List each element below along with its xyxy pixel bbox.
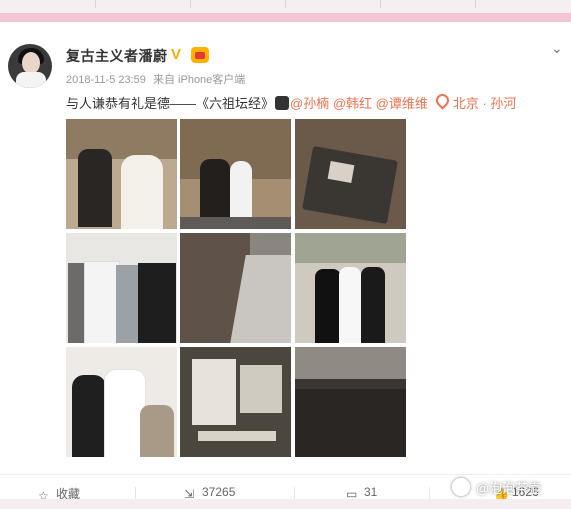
- repost-button[interactable]: ⇲ 37265: [184, 485, 236, 501]
- post-image[interactable]: [295, 347, 406, 457]
- comment-button[interactable]: ▭ 31: [346, 485, 378, 501]
- post-image[interactable]: [180, 119, 291, 229]
- post-image[interactable]: [66, 347, 177, 457]
- mention-tanweiwei[interactable]: @谭维维: [376, 96, 428, 111]
- top-bar: [0, 0, 571, 22]
- share-icon: ⇲: [184, 487, 195, 501]
- username[interactable]: 复古主义者潘蔚: [66, 46, 168, 66]
- repost-count: 37265: [202, 485, 236, 499]
- watermark-icon: [452, 478, 470, 496]
- avatar[interactable]: [8, 44, 52, 88]
- post-meta: 2018-11-5 23:59 来自 iPhone客户端: [66, 71, 249, 87]
- post-image[interactable]: [180, 233, 291, 343]
- bottom-strip: [0, 499, 571, 509]
- verified-v-icon[interactable]: V: [171, 47, 187, 62]
- post-text-main: 与人谦恭有礼是德——《六祖坛经》: [66, 96, 275, 111]
- image-grid: [66, 119, 406, 459]
- post-text: 与人谦恭有礼是德——《六祖坛经》 @孙楠 @韩红 @谭维维 北京 · 孙河: [66, 91, 517, 112]
- tab-divider: [95, 0, 96, 8]
- watermark-text: @泡泡茶壶: [476, 481, 542, 496]
- weibo-post-card: 复古主义者潘蔚 V ⌄ 2018-11-5 23:59 来自 iPhone客户端…: [0, 22, 571, 509]
- avatar-face: [22, 52, 40, 74]
- comment-count: 31: [364, 485, 378, 499]
- post-image[interactable]: [295, 119, 406, 229]
- tab-divider: [285, 0, 286, 8]
- tab-divider: [380, 0, 381, 8]
- mention-sunnan[interactable]: @孙楠: [290, 96, 329, 111]
- watermark: @泡泡茶壶: [452, 478, 541, 497]
- post-image[interactable]: [66, 119, 177, 229]
- timestamp[interactable]: 2018-11-5 23:59: [66, 74, 146, 86]
- avatar-body: [16, 72, 46, 88]
- post-image[interactable]: [295, 233, 406, 343]
- location-link[interactable]: 北京 · 孙河: [453, 96, 517, 111]
- top-accent-strip: [0, 13, 571, 22]
- post-source: 来自 iPhone客户端: [152, 74, 246, 86]
- location-pin-icon: [433, 91, 452, 110]
- emoji-icon: [275, 96, 290, 110]
- tab-divider: [475, 0, 476, 8]
- vip-badge-icon[interactable]: [191, 47, 209, 63]
- tab-divider: [190, 0, 191, 8]
- comment-icon: ▭: [346, 487, 358, 501]
- chevron-down-icon[interactable]: ⌄: [551, 40, 563, 57]
- post-image[interactable]: [66, 233, 177, 343]
- post-image[interactable]: [180, 347, 291, 457]
- mention-hanhong[interactable]: @韩红: [333, 96, 372, 111]
